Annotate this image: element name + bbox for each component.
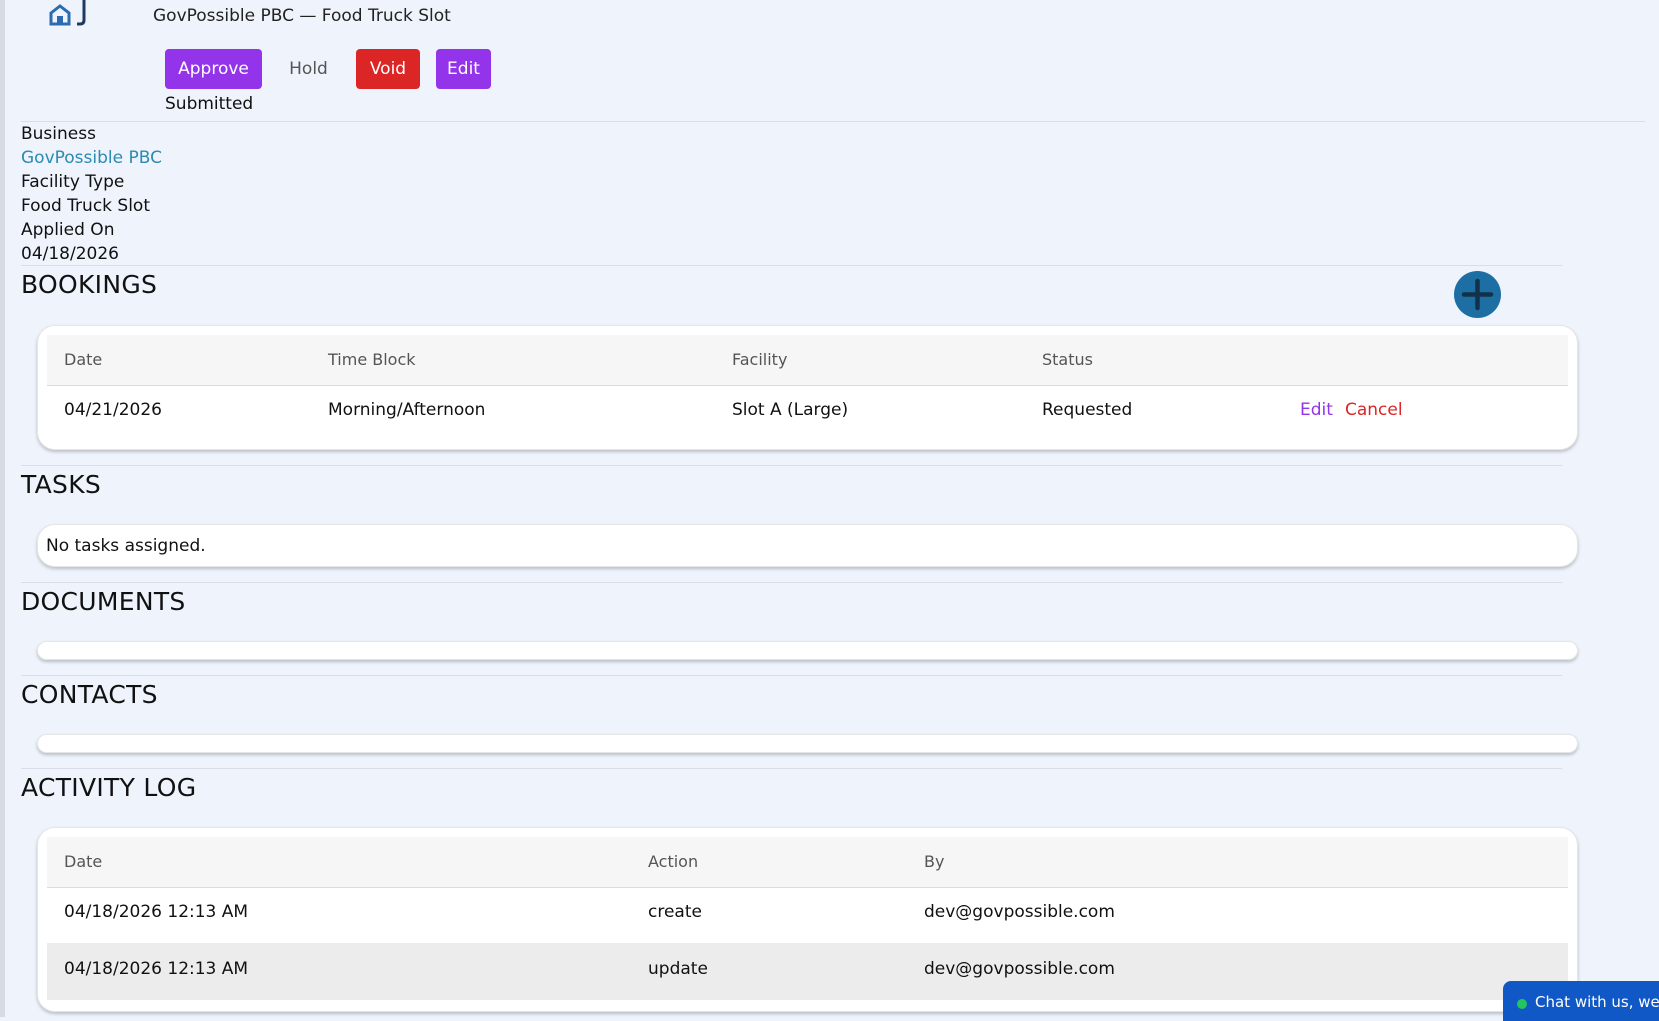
booking-date: 04/21/2026 xyxy=(64,400,162,420)
log-date: 04/18/2026 12:13 AM xyxy=(64,902,249,922)
facility-type-label: Facility Type xyxy=(21,172,125,192)
divider xyxy=(21,582,1562,583)
table-header: Date Action By xyxy=(47,837,1568,888)
column-header: By xyxy=(924,852,945,871)
edit-button[interactable]: Edit xyxy=(436,49,491,89)
booking-facility: Slot A (Large) xyxy=(732,400,849,420)
column-header: Action xyxy=(648,852,699,871)
divider xyxy=(21,265,1562,266)
left-edge-border xyxy=(0,0,5,1017)
divider xyxy=(21,675,1562,676)
plus-icon xyxy=(1461,278,1494,311)
approve-button[interactable]: Approve xyxy=(165,49,262,89)
booking-cancel-link[interactable]: Cancel xyxy=(1345,400,1403,420)
booking-time-block: Morning/Afternoon xyxy=(328,400,486,420)
activity-log-heading: ACTIVITY LOG xyxy=(21,773,197,802)
tasks-card: No tasks assigned. xyxy=(37,524,1578,567)
divider xyxy=(21,465,1562,466)
bookings-card: Date Time Block Facility Status 04/21/20… xyxy=(37,325,1578,450)
booking-status: Requested xyxy=(1042,400,1133,420)
column-header: Date xyxy=(64,350,103,369)
divider xyxy=(21,768,1562,769)
log-action: update xyxy=(648,959,708,979)
column-header: Status xyxy=(1042,350,1093,369)
page-title: GovPossible PBC — Food Truck Slot xyxy=(153,6,451,26)
divider xyxy=(21,121,1645,122)
contacts-heading: CONTACTS xyxy=(21,680,158,709)
status-badge: Submitted xyxy=(165,94,254,114)
bookings-heading: BOOKINGS xyxy=(21,270,158,299)
column-header: Time Block xyxy=(328,350,416,369)
hold-button[interactable]: Hold xyxy=(277,49,340,89)
tasks-empty-message: No tasks assigned. xyxy=(46,536,206,556)
online-dot-icon xyxy=(1517,999,1527,1009)
log-by: dev@govpossible.com xyxy=(924,959,1115,979)
void-button[interactable]: Void xyxy=(356,49,420,89)
facility-type-value: Food Truck Slot xyxy=(21,196,150,216)
applied-on-label: Applied On xyxy=(21,220,115,240)
documents-heading: DOCUMENTS xyxy=(21,587,186,616)
business-label: Business xyxy=(21,124,96,144)
chat-label: Chat with us, we are xyxy=(1535,993,1659,1011)
chat-widget-button[interactable]: Chat with us, we are xyxy=(1503,981,1659,1021)
documents-card xyxy=(37,641,1578,660)
table-row: 04/18/2026 12:13 AM update dev@govpossib… xyxy=(47,943,1568,1000)
tasks-heading: TASKS xyxy=(21,470,102,499)
log-by: dev@govpossible.com xyxy=(924,902,1115,922)
home-icon[interactable] xyxy=(46,0,92,28)
add-booking-button[interactable] xyxy=(1454,271,1501,318)
table-header: Date Time Block Facility Status xyxy=(47,335,1568,386)
log-action: create xyxy=(648,902,702,922)
column-header: Facility xyxy=(732,350,788,369)
applied-on-value: 04/18/2026 xyxy=(21,244,119,264)
business-link[interactable]: GovPossible PBC xyxy=(21,148,162,168)
column-header: Date xyxy=(64,852,103,871)
contacts-card xyxy=(37,734,1578,753)
log-date: 04/18/2026 12:13 AM xyxy=(64,959,249,979)
activity-log-card: Date Action By 04/18/2026 12:13 AM creat… xyxy=(37,827,1578,1012)
booking-edit-link[interactable]: Edit xyxy=(1300,400,1333,420)
